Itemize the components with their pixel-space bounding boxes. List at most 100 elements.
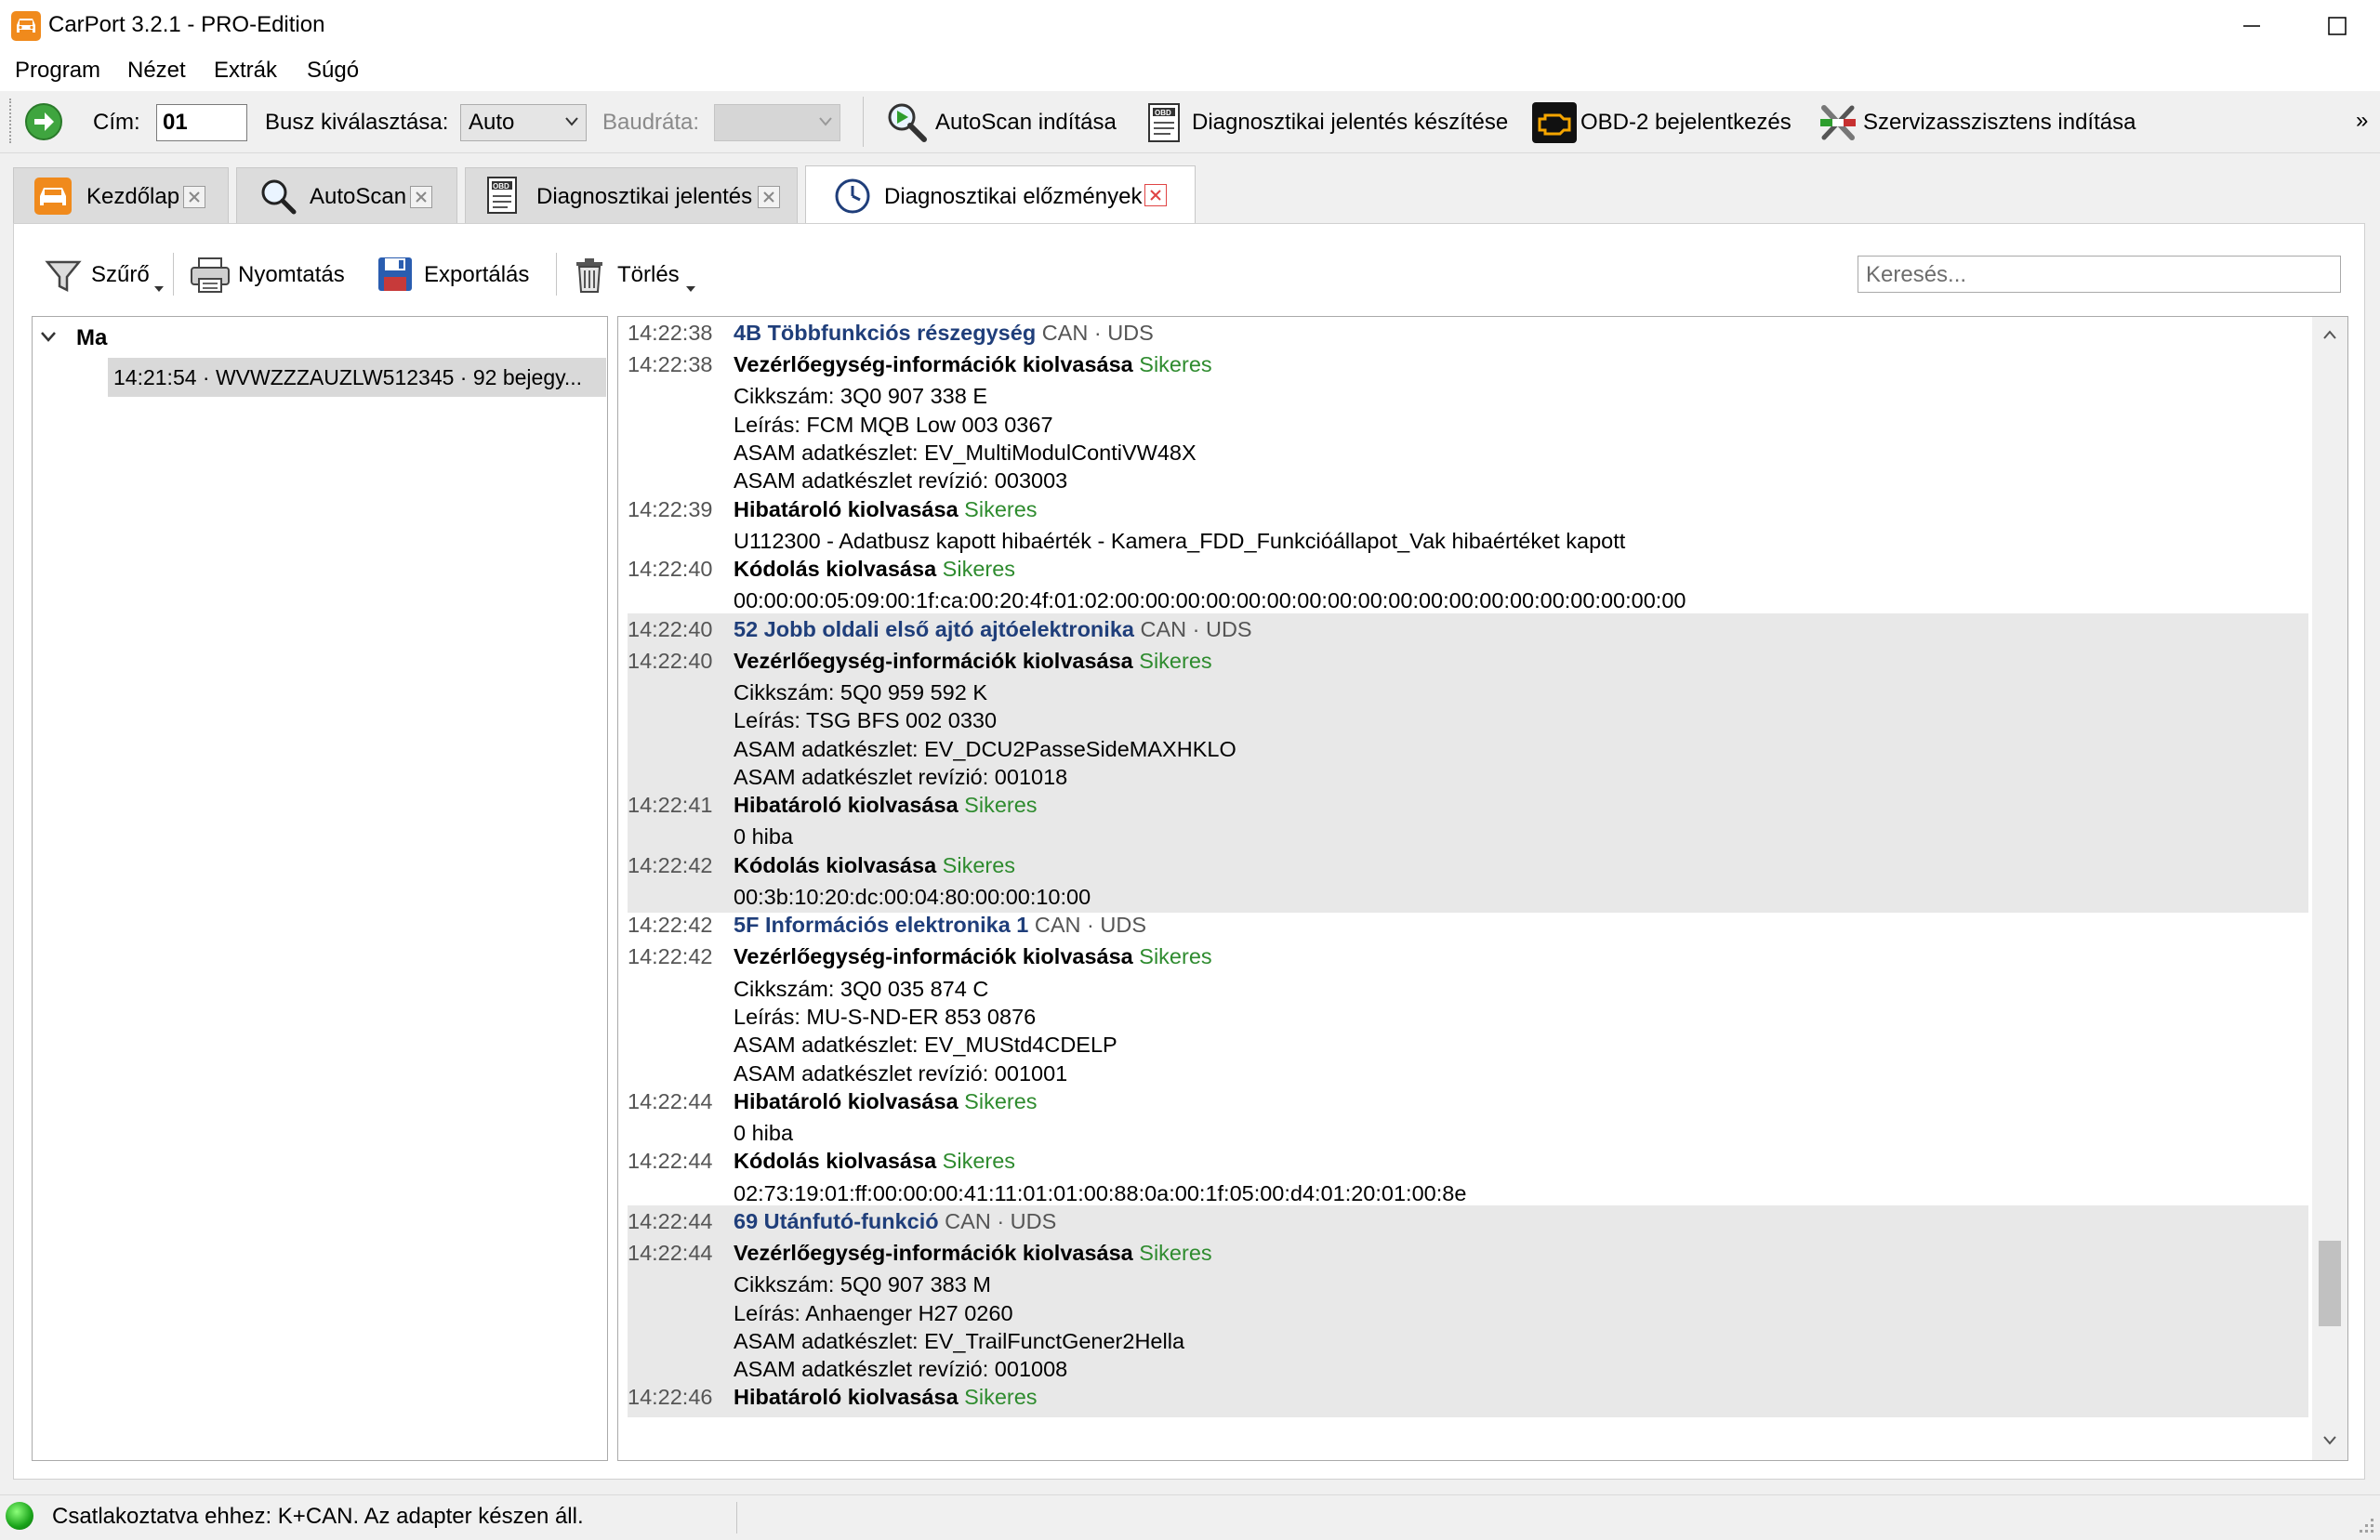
log-time: 14:22:40 [628, 557, 713, 582]
log-detail: 02:73:19:01:ff:00:00:00:41:11:01:01:00:8… [734, 1180, 1467, 1205]
filter-button[interactable]: Szűrő [43, 253, 167, 297]
scroll-up-icon[interactable] [2323, 330, 2336, 339]
maximize-icon [2328, 17, 2347, 35]
bus-select-value: Auto [469, 110, 515, 135]
go-arrow-icon [25, 103, 62, 140]
toolbar-grip[interactable] [9, 99, 14, 143]
delete-button[interactable]: Törlés [571, 253, 703, 297]
log-time: 14:22:42 [628, 913, 713, 938]
action-separator [556, 253, 557, 296]
log-time: 14:22:39 [628, 496, 713, 521]
magnifier-icon [261, 179, 297, 215]
tab-close-button[interactable] [183, 186, 205, 208]
menu-extrak[interactable]: Extrák [214, 58, 277, 84]
tab-diagnostic-report[interactable]: OBD Diagnosztikai jelentés [465, 167, 798, 223]
log-operation: Vezérlőegység-információk kiolvasása Sik… [734, 942, 1212, 970]
ecu-protocol: CAN · UDS [1041, 321, 1154, 345]
toolbar-overflow-button[interactable]: » [2356, 108, 2368, 134]
dropdown-arrow-icon [154, 286, 164, 292]
log-detail: Leírás: FCM MQB Low 003 0367 [734, 412, 1053, 437]
ecu-protocol: CAN · UDS [1140, 616, 1252, 641]
scrollbar-thumb[interactable] [2319, 1241, 2341, 1326]
tab-close-button[interactable] [410, 186, 432, 208]
log-detail: ASAM adatkészlet: EV_TrailFunctGener2Hel… [734, 1328, 1185, 1353]
baud-select[interactable] [714, 104, 840, 141]
log-detail: ASAM adatkészlet: EV_DCU2PasseSideMAXHKL… [734, 736, 1236, 761]
tab-close-button[interactable] [1144, 184, 1167, 206]
resize-grip-icon[interactable] [2358, 1517, 2374, 1533]
autoscan-button[interactable]: AutoScan indítása [885, 99, 1117, 145]
session-tree [32, 316, 608, 1461]
tab-label: Diagnosztikai előzmények [884, 184, 1143, 209]
operation-name: Hibatároló kiolvasása [734, 1385, 959, 1410]
chevron-down-icon [565, 117, 578, 126]
log-detail: ASAM adatkészlet revízió: 001008 [734, 1357, 1068, 1382]
scroll-down-icon[interactable] [2323, 1436, 2336, 1445]
operation-status: Sikeres [942, 1149, 1016, 1174]
operation-name: Hibatároló kiolvasása [734, 793, 959, 818]
address-label: Cím: [93, 110, 140, 135]
toolbar-separator [863, 97, 864, 147]
search-input[interactable]: Keresés... [1858, 256, 2341, 293]
operation-status: Sikeres [1139, 944, 1212, 969]
menu-nezet[interactable]: Nézet [127, 58, 186, 84]
log-operation: Kódolás kiolvasása Sikeres [734, 555, 1015, 583]
report-label: Diagnosztikai jelentés készítése [1192, 110, 1509, 135]
tab-diagnostic-history[interactable]: Diagnosztikai előzmények [805, 165, 1196, 223]
action-separator [173, 253, 174, 296]
operation-name: Vezérlőegység-információk kiolvasása [734, 352, 1133, 377]
log-time: 14:22:38 [628, 352, 713, 377]
autoscan-label: AutoScan indítása [935, 110, 1117, 135]
chevron-down-icon [819, 117, 832, 126]
ecu-header: 52 Jobb oldali első ajtó ajtóelektronika… [734, 615, 1252, 643]
bus-select[interactable]: Auto [460, 104, 587, 141]
svg-text:OBD: OBD [1155, 109, 1171, 117]
log-detail: 0 hiba [734, 824, 794, 849]
tab-kezdolap[interactable]: Kezdőlap [13, 167, 229, 223]
close-icon [1150, 190, 1161, 201]
status-separator [736, 1502, 737, 1533]
menu-program[interactable]: Program [15, 58, 100, 84]
operation-status: Sikeres [1139, 648, 1212, 673]
minimize-button[interactable] [2209, 0, 2294, 52]
log-operation: Vezérlőegység-információk kiolvasása Sik… [734, 350, 1212, 378]
print-label: Nyomtatás [238, 262, 345, 287]
log-detail: Cikkszám: 3Q0 035 874 C [734, 976, 989, 1001]
ecu-name: 52 Jobb oldali első ajtó ajtóelektronika [734, 616, 1134, 641]
collapse-chevron-icon[interactable] [41, 331, 56, 342]
magnifier-play-icon [888, 103, 927, 142]
tree-session-label: 14:21:54 · WVWZZZAUZLW512345 · 92 bejegy… [113, 365, 583, 389]
log-detail: Leírás: Anhaenger H27 0260 [734, 1300, 1013, 1325]
engine-warning-icon [1532, 102, 1577, 143]
log-operation: Vezérlőegység-információk kiolvasása Sik… [734, 647, 1212, 675]
connect-button[interactable] [24, 102, 63, 141]
tree-session-item[interactable]: 14:21:54 · WVWZZZAUZLW512345 · 92 bejegy… [108, 358, 606, 397]
log-detail: 00:00:00:05:09:00:1f:ca:00:20:4f:01:02:0… [734, 588, 1686, 613]
tree-group-today[interactable]: Ma [76, 325, 107, 351]
log-operation: Kódolás kiolvasása Sikeres [734, 1147, 1015, 1175]
log-detail: Leírás: MU-S-ND-ER 853 0876 [734, 1004, 1037, 1029]
clock-icon [835, 178, 870, 214]
close-icon [416, 191, 427, 203]
obd-login-button[interactable]: OBD-2 bejelentkezés [1530, 99, 1800, 145]
delete-label: Törlés [617, 262, 680, 287]
print-button[interactable]: Nyomtatás [190, 253, 355, 297]
tab-autoscan[interactable]: AutoScan [236, 167, 457, 223]
menu-sugo[interactable]: Súgó [307, 58, 359, 84]
log-time: 14:22:46 [628, 1385, 713, 1410]
operation-name: Vezérlőegység-információk kiolvasása [734, 944, 1133, 969]
service-assistant-label: Szervizasszisztens indítása [1863, 110, 2136, 135]
service-assistant-button[interactable]: Szervizasszisztens indítása [1815, 99, 2149, 145]
ecu-protocol: CAN · UDS [945, 1208, 1057, 1233]
log-detail: Cikkszám: 5Q0 959 592 K [734, 680, 987, 704]
tab-close-button[interactable] [758, 186, 780, 208]
maximize-button[interactable] [2294, 0, 2380, 52]
report-button[interactable]: OBD Diagnosztikai jelentés készítése [1145, 99, 1508, 145]
bus-label: Busz kiválasztása: [265, 110, 449, 135]
operation-name: Kódolás kiolvasása [734, 1149, 937, 1174]
log-detail: ASAM adatkészlet revízió: 001001 [734, 1060, 1068, 1086]
address-input[interactable]: 01 [156, 104, 247, 141]
export-button[interactable]: Exportálás [376, 253, 549, 297]
history-log: 14:22:38 4B Többfunkciós részegység CAN ·… [617, 316, 2348, 1461]
operation-status: Sikeres [964, 793, 1038, 818]
